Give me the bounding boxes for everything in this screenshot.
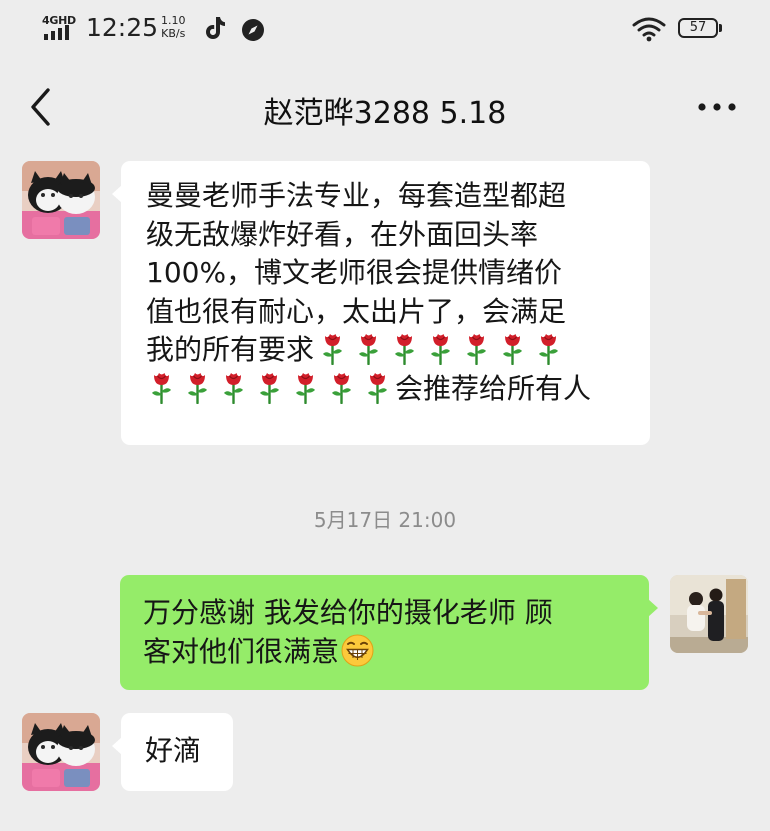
message-line: 级无敌爆炸好看，在外面回头率 <box>146 217 539 251</box>
rose-icon <box>292 370 319 404</box>
rose-icon <box>499 331 526 365</box>
more-options-button[interactable] <box>692 92 742 122</box>
message-line: 100%，博文老师很会提供情绪价 <box>146 256 563 289</box>
rose-icon <box>463 331 490 365</box>
net-speed-value: 1.10 <box>161 14 186 27</box>
rose-icon <box>535 331 562 365</box>
grinning-face-icon <box>341 634 374 667</box>
rose-icon <box>220 370 247 404</box>
message-text: 客对他们很满意 <box>143 634 340 668</box>
compass-icon <box>242 19 264 41</box>
rose-icon <box>256 370 283 404</box>
message-line: 我的所有要求 <box>146 331 650 370</box>
net-speed: 1.10 KB/s <box>161 14 186 40</box>
rose-icon <box>319 331 346 365</box>
wifi-icon <box>632 17 666 42</box>
message-line: 曼曼老师手法专业，每套造型都超 <box>146 179 567 212</box>
rose-icon <box>355 331 382 365</box>
outgoing-message-bubble[interactable]: 万分感谢 我发给你的摄化老师 顾 客对他们很满意 <box>120 575 658 690</box>
message-line: 值也很有耐心，太出片了，会满足 <box>146 294 567 328</box>
rose-icon <box>427 331 454 365</box>
rose-icon <box>184 370 211 404</box>
status-bar: 4GHD 12:25 1.10 KB/s 57 <box>0 0 770 62</box>
contact-avatar[interactable] <box>22 713 100 791</box>
contact-avatar[interactable] <box>22 161 100 239</box>
message-line: 客对他们很满意 <box>143 633 649 672</box>
incoming-message-bubble[interactable]: 好滴 <box>112 713 233 791</box>
rose-icon <box>328 370 355 404</box>
message-text: 会推荐给所有人 <box>395 371 592 405</box>
battery-level: 57 <box>678 18 718 38</box>
user-avatar[interactable] <box>670 575 748 653</box>
message-line: 好滴 <box>145 734 202 767</box>
message-line: 万分感谢 我发给你的摄化老师 顾 <box>143 596 553 629</box>
chat-header: 赵范晔3288 5.18 <box>0 62 770 154</box>
rose-icon <box>148 370 175 404</box>
net-speed-unit: KB/s <box>161 27 186 40</box>
chat-title: 赵范晔3288 5.18 <box>263 96 507 131</box>
message-text: 我的所有要求 <box>146 333 315 366</box>
message-line: 会推荐给所有人 <box>143 370 650 409</box>
status-time: 12:25 <box>86 13 159 42</box>
tiktok-icon <box>206 17 225 39</box>
rose-icon <box>364 370 391 404</box>
incoming-message-bubble[interactable]: 曼曼老师手法专业，每套造型都超 级无敌爆炸好看，在外面回头率 100%，博文老师… <box>112 161 650 445</box>
battery-icon: 57 <box>678 18 722 40</box>
cellular-signal-icon: 4GHD <box>42 14 78 42</box>
message-timestamp: 5月17日 21:00 <box>313 508 457 532</box>
rose-icon <box>391 331 418 365</box>
